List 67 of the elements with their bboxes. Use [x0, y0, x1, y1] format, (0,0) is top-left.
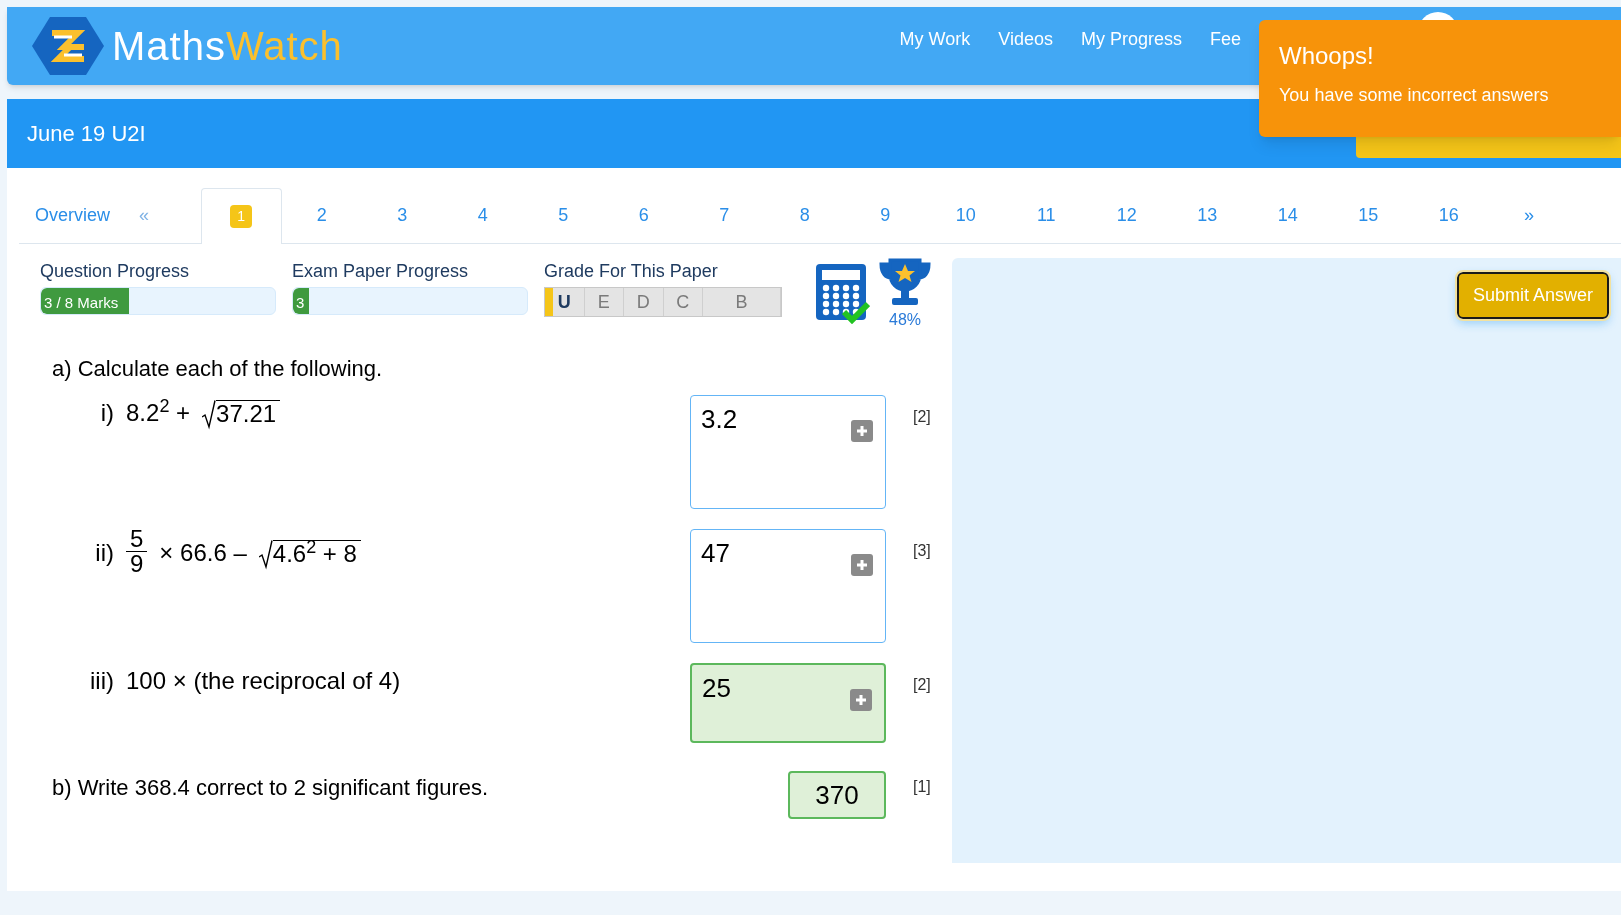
question-tab[interactable]: 7 — [684, 187, 765, 243]
question-tab[interactable]: 9 — [845, 187, 926, 243]
trophy-icon — [878, 258, 932, 308]
question-tab[interactable]: 12 — [1086, 187, 1167, 243]
submit-button[interactable]: Submit Answer — [1456, 272, 1609, 319]
progress-label: Exam Paper Progress — [292, 260, 470, 283]
next-link[interactable]: » — [1489, 202, 1569, 243]
grade-label: Grade For This Paper — [544, 260, 719, 283]
question-tab[interactable]: 16 — [1408, 187, 1489, 243]
grade-letter: D — [624, 288, 664, 316]
part-label: i) — [99, 398, 114, 428]
page-title: June 19 U2I — [27, 120, 146, 148]
question-tab[interactable]: 15 — [1328, 187, 1409, 243]
nav-link[interactable]: Fee — [1209, 25, 1241, 53]
marks-text: [3] — [913, 541, 931, 561]
toast-message: You have some incorrect answers — [1279, 84, 1550, 107]
fraction: 5 9 — [126, 527, 148, 576]
logo-text: MathsWatch — [112, 23, 343, 70]
answer-field[interactable]: 3.2 — [690, 395, 886, 509]
nav-link[interactable]: Videos — [998, 25, 1053, 53]
toast-title: Whoops! — [1279, 41, 1375, 71]
radical-sign-icon — [258, 539, 273, 570]
marks-text: [1] — [913, 777, 931, 797]
previous-link[interactable]: « — [139, 202, 201, 243]
question-tab[interactable]: 13 — [1167, 187, 1248, 243]
marks-text: [2] — [913, 675, 931, 695]
part-label: ii) — [94, 537, 114, 568]
question-tab[interactable]: 6 — [603, 187, 684, 243]
nav-link[interactable]: My Work — [899, 25, 971, 53]
question-tab[interactable]: 14 — [1247, 187, 1328, 243]
add-icon[interactable] — [850, 689, 872, 711]
add-icon[interactable] — [851, 554, 873, 576]
question-tab[interactable]: 11 — [1006, 187, 1087, 243]
logo-icon — [32, 15, 104, 77]
calculator-icon — [814, 262, 870, 324]
nav-link[interactable]: My Progress — [1080, 25, 1182, 53]
expression-text: 100 × (the reciprocal of 4) — [126, 666, 401, 696]
add-icon[interactable] — [851, 420, 873, 442]
grade-letter: B — [703, 288, 781, 316]
answer-value: 47 — [701, 537, 730, 570]
progress-label: Question Progress — [40, 260, 191, 283]
grade-letter: U — [545, 288, 585, 316]
expression-text: × 66.6 – — [159, 537, 247, 568]
question-text: b) Write 368.4 correct to 2 significant figures. — [51, 774, 490, 802]
percent-text: 48% — [889, 310, 921, 330]
progress-reading: 3 / 8 Marks — [44, 293, 119, 313]
progress-reading: 3 — [296, 293, 305, 313]
radical-sign-icon — [202, 400, 217, 430]
question-tab[interactable]: 2 — [281, 187, 362, 243]
grade-letter: E — [584, 288, 624, 316]
question-intro: a) Calculate each of the following. — [52, 355, 384, 383]
answer-field[interactable]: 47 — [690, 529, 886, 643]
marks-text: [2] — [913, 407, 931, 427]
answer-field[interactable]: 25 — [690, 663, 886, 743]
question-tab[interactable]: 10 — [925, 187, 1006, 243]
part-label: iii) — [89, 666, 114, 696]
answer-value: 3.2 — [701, 403, 738, 436]
expression-text: 8.2$^{2}$ + — [126, 395, 191, 428]
question-tab[interactable]: 8 — [764, 187, 845, 243]
grade-letter: C — [663, 288, 703, 316]
question-tab[interactable]: 4 — [442, 187, 523, 243]
question-tab[interactable]: 3 — [362, 187, 443, 243]
overview-tab[interactable]: Overview — [19, 202, 139, 243]
square-root: 37.21 — [202, 396, 281, 430]
answer-field[interactable]: 370 — [788, 771, 886, 819]
answer-value: 25 — [702, 672, 731, 705]
question-tab[interactable]: 5 — [523, 187, 604, 243]
